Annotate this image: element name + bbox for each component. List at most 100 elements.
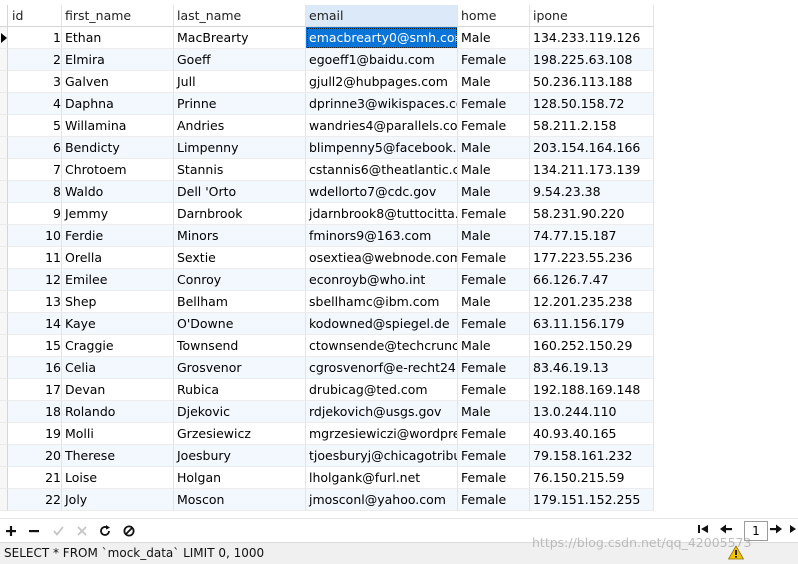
table-row[interactable]: 14 Kaye O'Downe kodowned@spiegel.de Female 63… [0, 313, 654, 335]
cell-last-name[interactable]: Jull [174, 71, 306, 93]
table-row[interactable]: 6BendictyLimpennyblimpenny5@facebook.com… [0, 137, 654, 159]
cell-first-name[interactable]: Galven [62, 71, 174, 93]
cell-ipone[interactable]: 198.225.63.108 [530, 49, 654, 71]
cell-first-name[interactable]: Loise [62, 467, 174, 489]
table-row[interactable]: 7ChrotoemStanniscstannis6@theatlantic.co… [0, 159, 654, 181]
row-indicator[interactable] [0, 71, 8, 93]
cell-email[interactable]: kodowned@spiegel.de [306, 313, 458, 335]
cell-id[interactable]: 20 [8, 445, 62, 467]
cell-home[interactable]: Female [458, 467, 530, 489]
cell-email[interactable]: sbellhamc@ibm.com [306, 291, 458, 313]
cell-last-name[interactable]: Sextie [174, 247, 306, 269]
table-row[interactable]: 11 Orella Sextie osextiea@webnode.com Female… [0, 247, 654, 269]
cell-first-name[interactable]: Orella [62, 247, 174, 269]
cell-email[interactable]: osextiea@webnode.com [306, 247, 458, 269]
cell-id[interactable]: 9 [8, 203, 62, 225]
cell-last-name[interactable]: Stannis [174, 159, 306, 181]
cell-email[interactable]: cgrosvenorf@e-recht24.de [306, 357, 458, 379]
cell-first-name[interactable]: Elmira [62, 49, 174, 71]
table-row[interactable]: 16CeliaGrosvenorcgrosvenorf@e-recht24.de… [0, 357, 654, 379]
cell-first-name[interactable]: Craggie [62, 335, 174, 357]
cell-home[interactable]: Male [458, 137, 530, 159]
table-row[interactable]: 15CraggieTownsendctownsende@techcrunch.c… [0, 335, 654, 357]
cell-email[interactable]: emacbrearty0@smh.com.au [306, 27, 458, 49]
row-indicator[interactable] [0, 467, 8, 489]
cell-ipone[interactable]: 40.93.40.165 [530, 423, 654, 445]
cell-ipone[interactable]: 192.188.169.148 [530, 379, 654, 401]
cell-last-name[interactable]: Joesbury [174, 445, 306, 467]
cell-email[interactable]: wandries4@parallels.com [306, 115, 458, 137]
discard-changes-button[interactable] [73, 521, 91, 541]
cell-first-name[interactable]: Joly [62, 489, 174, 511]
next-page-button[interactable] [769, 522, 787, 540]
cell-ipone[interactable]: 160.252.150.29 [530, 335, 654, 357]
cell-last-name[interactable]: Holgan [174, 467, 306, 489]
cell-id[interactable]: 8 [8, 181, 62, 203]
column-header-ipone[interactable]: ipone [530, 5, 654, 27]
cell-id[interactable]: 22 [8, 489, 62, 511]
row-indicator[interactable] [0, 27, 8, 49]
table-row[interactable]: 22 Joly Moscon jmosconl@yahoo.com Female 179.… [0, 489, 654, 511]
row-indicator[interactable] [0, 49, 8, 71]
cell-id[interactable]: 12 [8, 269, 62, 291]
cell-email[interactable]: mgrzesiewiczi@wordpress.com [306, 423, 458, 445]
cell-id[interactable]: 10 [8, 225, 62, 247]
cell-first-name[interactable]: Bendicty [62, 137, 174, 159]
cell-last-name[interactable]: Grzesiewicz [174, 423, 306, 445]
table-row[interactable]: 21 Loise Holgan lholgank@furl.net Female 76.1… [0, 467, 654, 489]
column-header-home[interactable]: home [458, 5, 530, 27]
cell-last-name[interactable]: Townsend [174, 335, 306, 357]
cell-id[interactable]: 7 [8, 159, 62, 181]
cell-last-name[interactable]: Prinne [174, 93, 306, 115]
cell-ipone[interactable]: 13.0.244.110 [530, 401, 654, 423]
column-header-last-name[interactable]: last_name [174, 5, 306, 27]
warning-icon[interactable] [728, 545, 744, 560]
row-indicator[interactable] [0, 269, 8, 291]
cell-first-name[interactable]: Therese [62, 445, 174, 467]
row-indicator[interactable] [0, 225, 8, 247]
cell-home[interactable]: Female [458, 445, 530, 467]
cell-last-name[interactable]: Conroy [174, 269, 306, 291]
cell-email[interactable]: lholgank@furl.net [306, 467, 458, 489]
table-row[interactable]: 9 Jemmy Darnbrook jdarnbrook8@tuttocitta.it… [0, 203, 654, 225]
cell-first-name[interactable]: Rolando [62, 401, 174, 423]
cell-id[interactable]: 15 [8, 335, 62, 357]
cell-first-name[interactable]: Kaye [62, 313, 174, 335]
cell-id[interactable]: 21 [8, 467, 62, 489]
cell-home[interactable]: Male [458, 181, 530, 203]
cell-email[interactable]: egoeff1@baidu.com [306, 49, 458, 71]
cell-ipone[interactable]: 134.233.119.126 [530, 27, 654, 49]
cell-home[interactable]: Female [458, 269, 530, 291]
row-indicator[interactable] [0, 203, 8, 225]
table-row[interactable]: 2 Elmira Goeff egoeff1@baidu.com Female 198.2… [0, 49, 654, 71]
cell-home[interactable]: Female [458, 203, 530, 225]
cell-ipone[interactable]: 179.151.152.255 [530, 489, 654, 511]
cell-id[interactable]: 17 [8, 379, 62, 401]
row-indicator[interactable] [0, 181, 8, 203]
cell-home[interactable]: Female [458, 313, 530, 335]
cell-home[interactable]: Female [458, 357, 530, 379]
cell-first-name[interactable]: Molli [62, 423, 174, 445]
cell-email[interactable]: blimpenny5@facebook.com [306, 137, 458, 159]
table-row[interactable]: 3 Galven Jull gjull2@hubpages.com Male 50.236… [0, 71, 654, 93]
cell-first-name[interactable]: Jemmy [62, 203, 174, 225]
row-indicator[interactable] [0, 445, 8, 467]
table-row[interactable]: 13 Shep Bellham sbellhamc@ibm.com Male 12.201… [0, 291, 654, 313]
cell-ipone[interactable]: 76.150.215.59 [530, 467, 654, 489]
table-row[interactable]: 5 Willamina Andries wandries4@parallels.com… [0, 115, 654, 137]
cell-email[interactable]: drubicag@ted.com [306, 379, 458, 401]
cell-id[interactable]: 4 [8, 93, 62, 115]
cell-last-name[interactable]: Goeff [174, 49, 306, 71]
table-row[interactable]: 1EthanMacBreartyemacbrearty0@smh.com.auM… [0, 27, 654, 49]
table-row[interactable]: 8 Waldo Dell 'Orto wdellorto7@cdc.gov Male 9.… [0, 181, 654, 203]
cell-id[interactable]: 11 [8, 247, 62, 269]
cell-ipone[interactable]: 9.54.23.38 [530, 181, 654, 203]
cell-ipone[interactable]: 63.11.156.179 [530, 313, 654, 335]
cell-email[interactable]: jdarnbrook8@tuttocitta.it [306, 203, 458, 225]
column-header-first-name[interactable]: first_name [62, 5, 174, 27]
cell-last-name[interactable]: O'Downe [174, 313, 306, 335]
cell-first-name[interactable]: Celia [62, 357, 174, 379]
cell-email[interactable]: ctownsende@techcrunch.com [306, 335, 458, 357]
cell-id[interactable]: 19 [8, 423, 62, 445]
cell-ipone[interactable]: 128.50.158.72 [530, 93, 654, 115]
